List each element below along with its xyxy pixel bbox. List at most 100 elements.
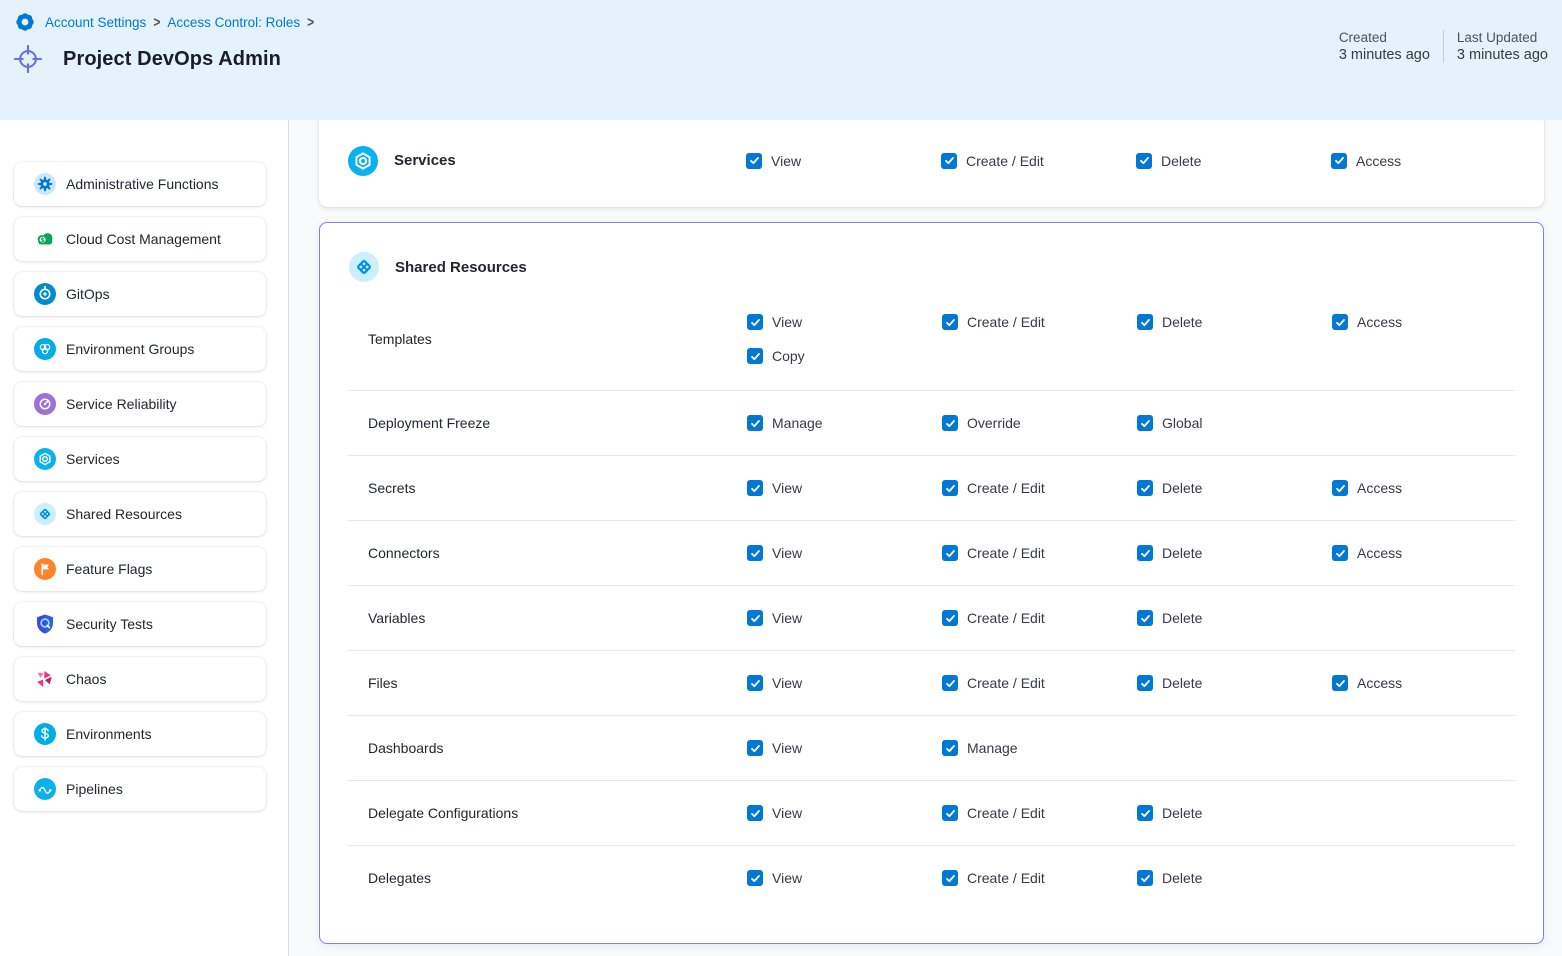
sidebar-item-administrative-functions[interactable]: Administrative Functions <box>14 162 266 206</box>
permission-checkbox-delete[interactable]: Delete <box>1137 805 1332 821</box>
permission-cell: View <box>746 153 941 169</box>
permission-checkbox-view[interactable]: View <box>747 805 942 821</box>
permission-cell: Access <box>1332 545 1515 561</box>
sidebar-item-label: Feature Flags <box>66 561 152 577</box>
sidebar-item-services[interactable]: Services <box>14 437 266 481</box>
permission-checkbox-view[interactable]: View <box>746 153 941 169</box>
permission-checkbox-create-edit[interactable]: Create / Edit <box>942 314 1137 330</box>
permission-checkbox-access[interactable]: Access <box>1332 480 1515 496</box>
permission-cell: View Copy <box>747 314 942 364</box>
services-card-title: Services <box>394 152 456 169</box>
environment-groups-icon <box>34 338 56 360</box>
sidebar-item-chaos[interactable]: Chaos <box>14 657 266 701</box>
permission-checkbox-view[interactable]: View <box>747 870 942 886</box>
permission-checkbox-delete[interactable]: Delete <box>1137 480 1332 496</box>
permission-checkbox-delete[interactable]: Delete <box>1137 610 1332 626</box>
permission-checkbox-access[interactable]: Access <box>1331 153 1516 169</box>
shared-resources-permissions-card: Shared Resources TemplatesViewCopyCreate… <box>319 222 1544 944</box>
permission-cell: Create / Edit <box>942 805 1137 821</box>
sidebar-item-label: Chaos <box>66 671 106 687</box>
permission-checkbox-label: Create / Edit <box>967 870 1045 886</box>
permission-checkbox-delete[interactable]: Delete <box>1137 545 1332 561</box>
checkbox-checked-icon <box>942 415 958 431</box>
sidebar-item-cloud-cost-management[interactable]: $Cloud Cost Management <box>14 217 266 261</box>
permission-cell: Access <box>1332 314 1515 330</box>
checkbox-checked-icon <box>747 740 763 756</box>
checkbox-checked-icon <box>1136 153 1152 169</box>
sidebar-item-service-reliability[interactable]: Service Reliability <box>14 382 266 426</box>
permission-checkbox-access[interactable]: Access <box>1332 314 1515 330</box>
permission-checkbox-view[interactable]: View <box>747 740 942 756</box>
permission-checkbox-create-edit[interactable]: Create / Edit <box>942 480 1137 496</box>
permission-row-deployment-freeze: Deployment FreezeManageOverrideGlobal <box>348 390 1515 455</box>
sidebar-item-pipelines[interactable]: Pipelines <box>14 767 266 811</box>
permission-checkbox-delete[interactable]: Delete <box>1137 314 1332 330</box>
permission-cell: Create / Edit <box>942 610 1137 626</box>
checkbox-checked-icon <box>1332 545 1348 561</box>
permission-checkbox-manage[interactable]: Manage <box>747 415 942 431</box>
checkbox-checked-icon <box>1137 805 1153 821</box>
permission-checkbox-copy[interactable]: Copy <box>747 348 942 364</box>
permission-checkbox-view[interactable]: View <box>747 314 942 330</box>
permission-checkbox-delete[interactable]: Delete <box>1137 870 1332 886</box>
permission-cell: Delete <box>1137 545 1332 561</box>
permission-checkbox-create-edit[interactable]: Create / Edit <box>942 675 1137 691</box>
sidebar-item-feature-flags[interactable]: Feature Flags <box>14 547 266 591</box>
svg-text:$: $ <box>41 237 45 244</box>
resource-label: Delegates <box>348 870 747 886</box>
permission-checkbox-label: Create / Edit <box>967 480 1045 496</box>
permission-checkbox-view[interactable]: View <box>747 675 942 691</box>
permission-checkbox-label: Delete <box>1162 314 1202 330</box>
permission-checkbox-create-edit[interactable]: Create / Edit <box>942 545 1137 561</box>
checkbox-checked-icon <box>747 415 763 431</box>
permission-checkbox-view[interactable]: View <box>747 480 942 496</box>
permission-checkbox-create-edit[interactable]: Create / Edit <box>941 153 1136 169</box>
permission-checkbox-global[interactable]: Global <box>1137 415 1332 431</box>
checkbox-checked-icon <box>941 153 957 169</box>
resource-label: Deployment Freeze <box>348 415 747 431</box>
checkbox-checked-icon <box>1137 415 1153 431</box>
sidebar-item-shared-resources[interactable]: Shared Resources <box>14 492 266 536</box>
breadcrumb-account-settings[interactable]: Account Settings <box>45 15 146 30</box>
created-label: Created <box>1339 30 1430 45</box>
sidebar-item-label: Service Reliability <box>66 396 176 412</box>
sidebar-item-label: Environment Groups <box>66 341 194 357</box>
sidebar-item-label: Services <box>66 451 120 467</box>
checkbox-checked-icon <box>747 348 763 364</box>
checkbox-checked-icon <box>1137 314 1153 330</box>
checkbox-checked-icon <box>747 870 763 886</box>
checkbox-checked-icon <box>1332 675 1348 691</box>
permission-checkbox-label: Delete <box>1162 545 1202 561</box>
permission-checkbox-access[interactable]: Access <box>1332 545 1515 561</box>
permission-cell: Access <box>1331 153 1516 169</box>
permission-checkbox-label: Create / Edit <box>967 805 1045 821</box>
content-body: Administrative Functions $Cloud Cost Mana… <box>0 120 1562 956</box>
page-title: Project DevOps Admin <box>63 48 281 71</box>
permission-checkbox-view[interactable]: View <box>747 545 942 561</box>
resource-label: Files <box>348 675 747 691</box>
sidebar-item-gitops[interactable]: GitOps <box>14 272 266 316</box>
permission-cell: View <box>747 480 942 496</box>
permission-checkbox-manage[interactable]: Manage <box>942 740 1137 756</box>
permission-checkbox-delete[interactable]: Delete <box>1136 153 1331 169</box>
permission-checkbox-create-edit[interactable]: Create / Edit <box>942 805 1137 821</box>
permission-row-secrets: SecretsViewCreate / EditDeleteAccess <box>348 455 1515 520</box>
checkbox-checked-icon <box>747 675 763 691</box>
sidebar-item-security-tests[interactable]: Security Tests <box>14 602 266 646</box>
permission-checkbox-create-edit[interactable]: Create / Edit <box>942 870 1137 886</box>
checkbox-checked-icon <box>1332 314 1348 330</box>
permission-checkbox-label: Access <box>1357 545 1402 561</box>
breadcrumb-access-control-roles[interactable]: Access Control: Roles <box>167 15 300 30</box>
sidebar-item-environment-groups[interactable]: Environment Groups <box>14 327 266 371</box>
permission-checkbox-view[interactable]: View <box>747 610 942 626</box>
shared-resources-card-title: Shared Resources <box>395 259 527 276</box>
permission-checkbox-access[interactable]: Access <box>1332 675 1515 691</box>
permission-checkbox-delete[interactable]: Delete <box>1137 675 1332 691</box>
checkbox-checked-icon <box>747 314 763 330</box>
permission-checkbox-label: View <box>772 870 802 886</box>
permission-checkbox-label: Create / Edit <box>967 675 1045 691</box>
permission-row-connectors: ConnectorsViewCreate / EditDeleteAccess <box>348 520 1515 585</box>
permission-checkbox-override[interactable]: Override <box>942 415 1137 431</box>
sidebar-item-environments[interactable]: Environments <box>14 712 266 756</box>
permission-checkbox-create-edit[interactable]: Create / Edit <box>942 610 1137 626</box>
